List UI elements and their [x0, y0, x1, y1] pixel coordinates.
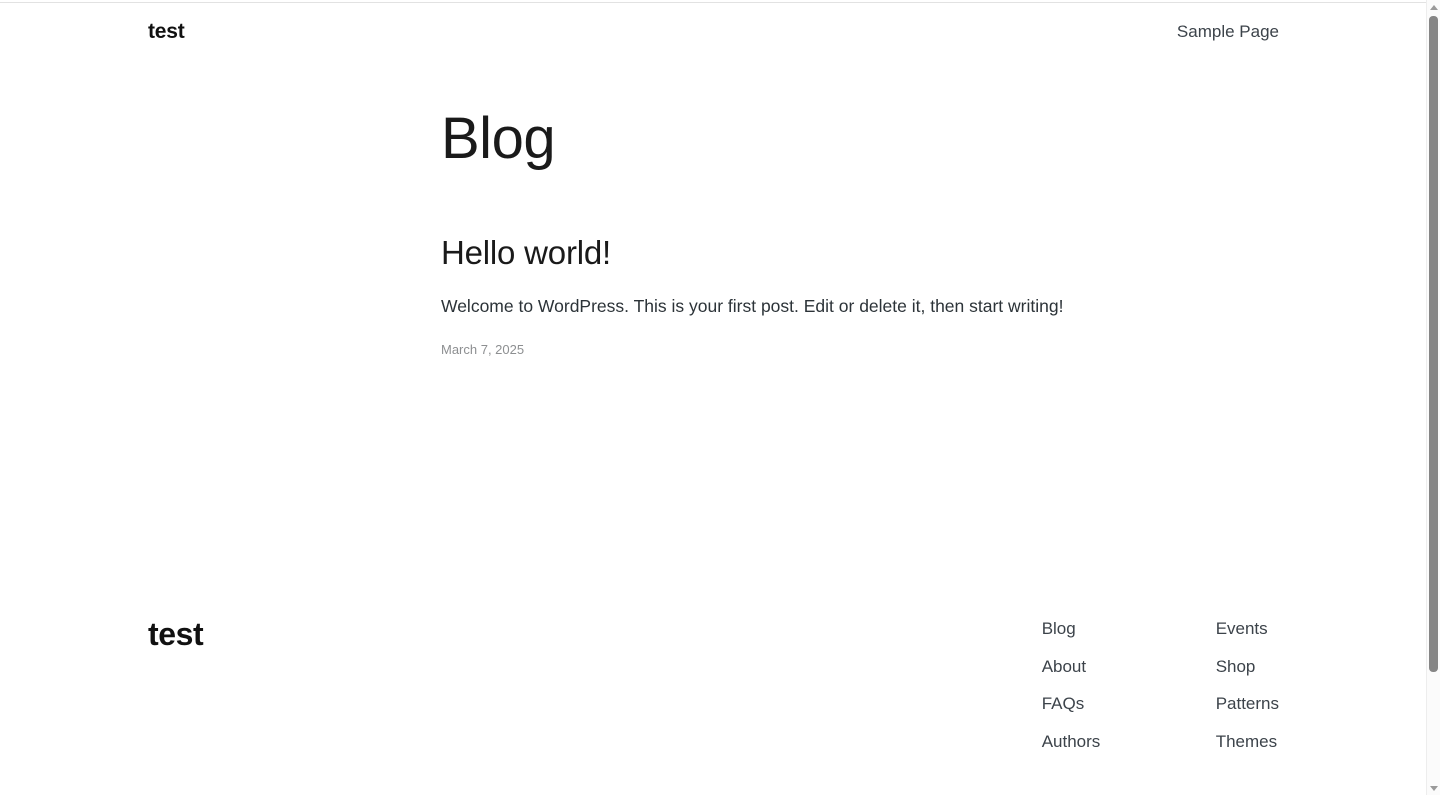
nav-item-sample-page[interactable]: Sample Page	[1177, 23, 1279, 40]
scroll-up-arrow-icon[interactable]	[1427, 0, 1440, 14]
post-list-item: Hello world! Welcome to WordPress. This …	[441, 173, 1141, 359]
primary-navigation: Sample Page	[1177, 23, 1279, 40]
page-root: test Sample Page Blog Hello world! Welco…	[0, 0, 1440, 795]
main-content: Blog Hello world! Welcome to WordPress. …	[441, 0, 1141, 358]
page-title: Blog	[441, 106, 556, 171]
post-excerpt: Welcome to WordPress. This is your first…	[441, 296, 1064, 317]
site-title-link[interactable]: test	[148, 21, 185, 42]
post-date: March 7, 2025	[441, 341, 525, 357]
footer-navigation: Blog About FAQs Authors Events Shop Patt…	[1042, 600, 1279, 750]
post-title: Hello world!	[441, 233, 1141, 273]
footer-link-shop[interactable]: Shop	[1216, 658, 1279, 696]
scrollbar-thumb[interactable]	[1429, 16, 1438, 672]
footer-link-events[interactable]: Events	[1216, 620, 1279, 658]
footer-link-blog[interactable]: Blog	[1042, 620, 1216, 658]
footer-link-patterns[interactable]: Patterns	[1216, 695, 1279, 733]
vertical-scrollbar[interactable]	[1426, 0, 1440, 795]
footer-link-faqs[interactable]: FAQs	[1042, 695, 1216, 733]
post-list: Hello world! Welcome to WordPress. This …	[441, 173, 1141, 359]
footer-link-about[interactable]: About	[1042, 658, 1216, 696]
scroll-down-arrow-icon[interactable]	[1427, 781, 1440, 795]
post-title-link[interactable]: Hello world!	[441, 234, 611, 271]
footer-column-2: Events Shop Patterns Themes	[1216, 620, 1279, 750]
footer-link-themes[interactable]: Themes	[1216, 733, 1279, 750]
footer-site-title-link[interactable]: test	[148, 600, 204, 650]
footer-column-1: Blog About FAQs Authors	[1042, 620, 1216, 750]
site-footer: test Blog About FAQs Authors Events Shop…	[0, 600, 1426, 795]
footer-link-authors[interactable]: Authors	[1042, 733, 1216, 750]
